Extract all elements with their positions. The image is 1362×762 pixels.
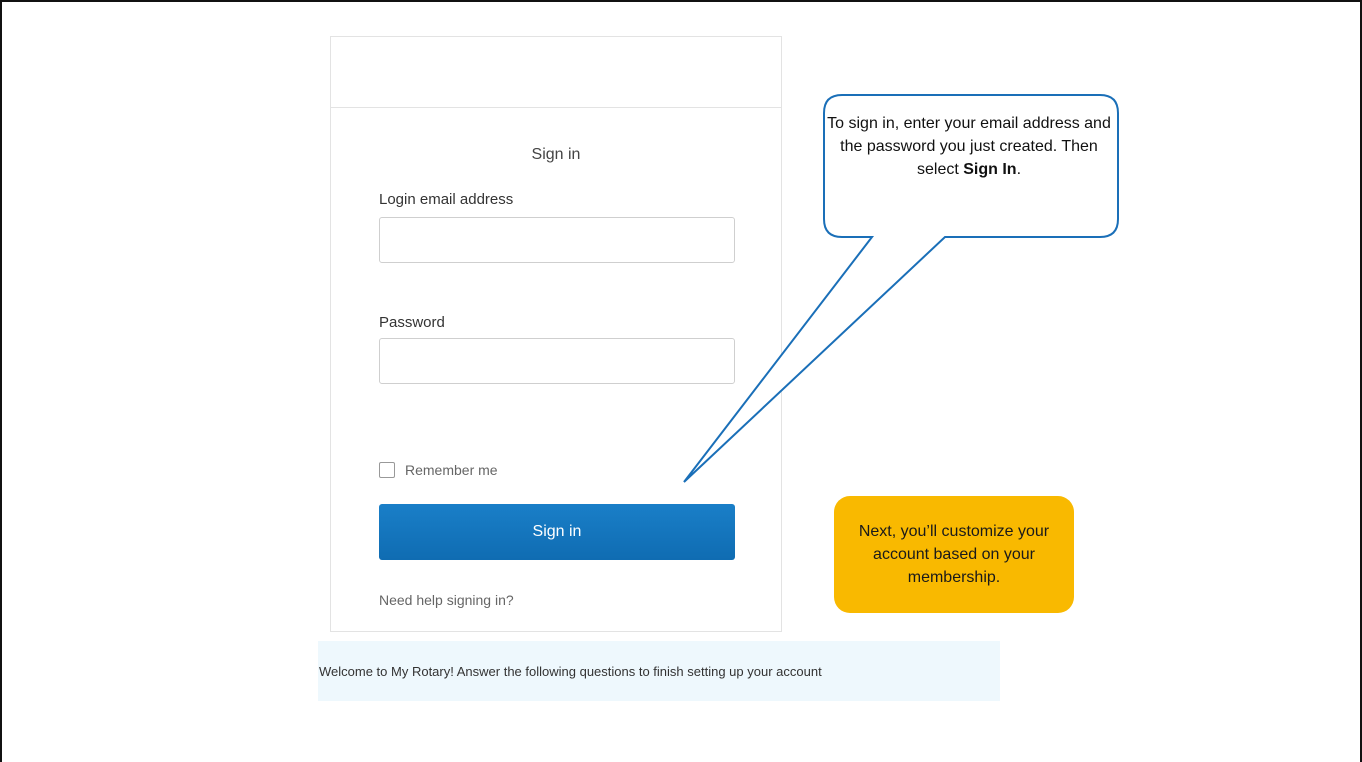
signin-button[interactable]: Sign in (379, 504, 735, 560)
password-input[interactable] (379, 338, 735, 384)
card-header (331, 37, 781, 108)
remember-label: Remember me (405, 462, 498, 478)
callout-text-after: . (1016, 161, 1022, 178)
next-step-note: Next, you’ll customize your account base… (834, 496, 1074, 613)
callout-text: To sign in, enter your email address and… (826, 112, 1112, 181)
email-label: Login email address (379, 191, 514, 208)
email-input[interactable] (379, 217, 735, 263)
remember-checkbox[interactable] (379, 462, 395, 478)
signin-card: Sign in Login email address Password Rem… (330, 36, 782, 632)
help-link[interactable]: Need help signing in? (379, 592, 514, 608)
signin-title: Sign in (531, 146, 581, 163)
note-text: Next, you’ll customize your account base… (858, 523, 1050, 586)
welcome-text: Welcome to My Rotary! Answer the followi… (319, 663, 822, 679)
callout-text-bold: Sign In (963, 161, 1017, 178)
password-label: Password (379, 314, 445, 331)
remember-me[interactable]: Remember me (379, 462, 498, 478)
welcome-banner: Welcome to My Rotary! Answer the followi… (318, 641, 1000, 701)
